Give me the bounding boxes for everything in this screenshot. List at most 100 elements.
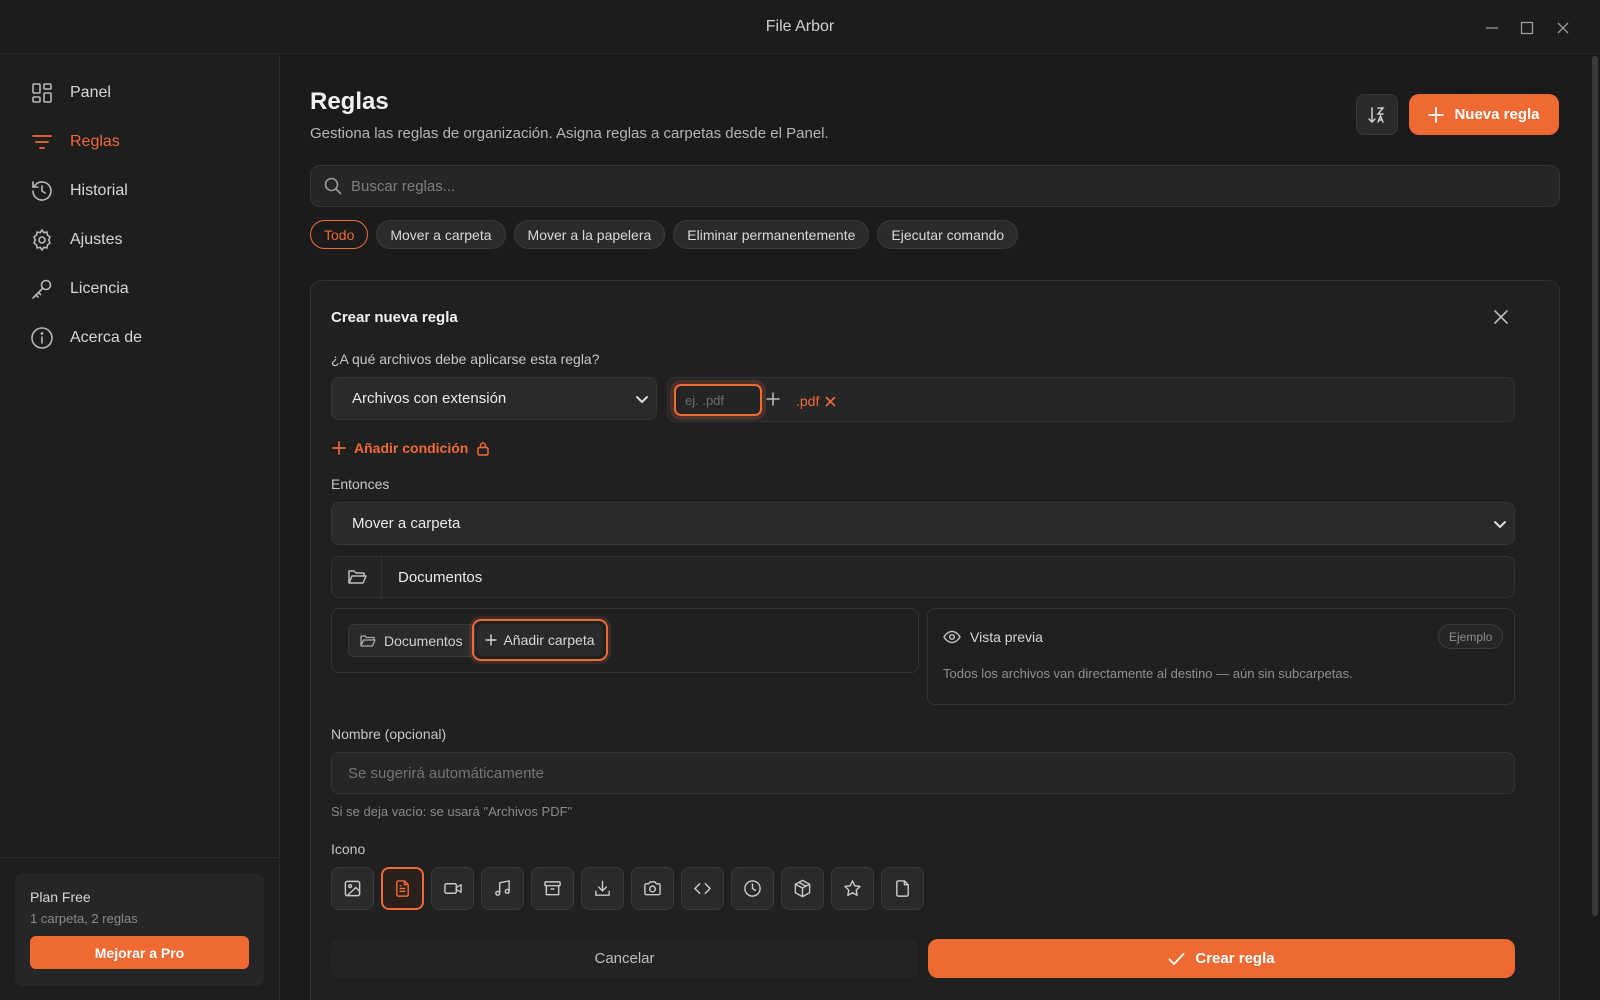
sort-button[interactable] <box>1356 94 1398 135</box>
icon-option-camera[interactable] <box>631 867 674 910</box>
create-rule-button[interactable]: Crear regla <box>928 939 1515 978</box>
sidebar-item-label: Ajustes <box>70 231 123 248</box>
plan-card: Plan Free 1 carpeta, 2 reglas Mejorar a … <box>15 873 264 986</box>
plan-name: Plan Free <box>30 889 91 905</box>
lock-icon <box>477 441 490 456</box>
cancel-button[interactable]: Cancelar <box>331 939 918 978</box>
main-content: Reglas Gestiona las reglas de organizaci… <box>280 54 1600 1000</box>
condition-label: ¿A qué archivos debe aplicarse esta regl… <box>331 351 600 367</box>
maximize-icon[interactable] <box>1515 16 1539 40</box>
page-subtitle: Gestiona las reglas de organización. Asi… <box>310 125 829 142</box>
package-icon <box>794 879 811 898</box>
remove-tag-icon[interactable] <box>825 396 836 407</box>
filter-chips: Todo Mover a carpeta Mover a la papelera… <box>310 220 1026 249</box>
icon-option-document[interactable] <box>381 867 424 910</box>
chevron-down-icon <box>1492 516 1508 532</box>
sidebar-item-label: Acerca de <box>70 329 143 346</box>
filter-chip-mover-a-la-papelera[interactable]: Mover a la papelera <box>513 220 666 249</box>
filter-chip-ejecutar-comando[interactable]: Ejecutar comando <box>877 220 1019 249</box>
close-icon[interactable] <box>1489 305 1513 329</box>
icon-option-code[interactable] <box>681 867 724 910</box>
folder-chip[interactable]: Documentos <box>348 624 475 657</box>
music-icon <box>495 880 510 896</box>
title-bar: File Arbor <box>0 0 1600 54</box>
gear-icon <box>30 228 54 252</box>
folders-box: Documentos Añadir carpeta <box>331 608 919 673</box>
extension-tag: .pdf <box>796 392 836 410</box>
scrollbar-thumb[interactable] <box>1592 56 1598 916</box>
sidebar-item-label: Licencia <box>70 280 129 297</box>
action-select[interactable]: Mover a carpeta <box>331 502 1515 545</box>
plus-icon <box>332 441 346 455</box>
upgrade-button[interactable]: Mejorar a Pro <box>30 936 249 969</box>
name-field <box>331 752 1515 794</box>
camera-icon <box>644 881 661 896</box>
extension-input[interactable] <box>676 386 760 414</box>
new-rule-label: Nueva regla <box>1454 106 1540 123</box>
add-folder-button[interactable]: Añadir carpeta <box>472 619 608 661</box>
preview-title: Vista previa <box>970 629 1043 645</box>
sidebar-item-reglas[interactable]: Reglas <box>30 127 120 157</box>
preview-box: Vista previa Ejemplo Todos los archivos … <box>927 608 1515 705</box>
key-icon <box>30 277 54 301</box>
add-extension-icon[interactable] <box>765 391 781 407</box>
file-icon <box>896 880 909 897</box>
star-icon <box>844 880 861 897</box>
eye-icon <box>943 630 961 644</box>
filter-chip-eliminar-permanentemente[interactable]: Eliminar permanentemente <box>673 220 870 249</box>
extension-tag-label: .pdf <box>796 393 820 409</box>
condition-type-select[interactable]: Archivos con extensión <box>331 377 657 420</box>
preview-header: Vista previa <box>943 629 1043 645</box>
window-close-icon[interactable] <box>1551 16 1575 40</box>
sidebar-item-ajustes[interactable]: Ajustes <box>30 225 122 255</box>
destination-field[interactable]: Documentos <box>331 556 1515 598</box>
icon-option-image[interactable] <box>331 867 374 910</box>
extension-box: .pdf <box>667 377 1515 422</box>
sidebar: Panel Reglas Historial Ajustes Licencia … <box>0 54 280 1000</box>
folder-open-icon[interactable] <box>332 557 382 597</box>
sidebar-item-licencia[interactable]: Licencia <box>30 274 129 304</box>
search-icon <box>323 176 343 196</box>
search-bar <box>310 165 1560 207</box>
add-condition-button[interactable]: Añadir condición <box>332 438 498 458</box>
add-condition-label: Añadir condición <box>354 440 469 456</box>
add-folder-inner: Añadir carpeta <box>477 624 603 656</box>
name-input[interactable] <box>332 753 1514 793</box>
action-value: Mover a carpeta <box>352 515 461 532</box>
add-folder-label: Añadir carpeta <box>503 632 595 648</box>
video-icon <box>443 883 462 894</box>
icon-option-download[interactable] <box>581 867 624 910</box>
folder-chip-label: Documentos <box>384 632 463 649</box>
minimize-icon[interactable] <box>1480 16 1504 40</box>
destination-value: Documentos <box>398 569 483 586</box>
sidebar-item-label: Panel <box>70 84 111 101</box>
search-input[interactable] <box>351 166 1541 206</box>
sidebar-item-panel[interactable]: Panel <box>30 78 111 108</box>
icon-option-clock[interactable] <box>731 867 774 910</box>
extension-input-wrapper <box>674 384 762 416</box>
example-badge: Ejemplo <box>1438 624 1504 649</box>
chevron-down-icon <box>634 391 650 407</box>
filter-chip-todo[interactable]: Todo <box>310 220 369 249</box>
icon-option-file[interactable] <box>881 867 924 910</box>
page-title: Reglas <box>310 88 389 115</box>
name-label: Nombre (opcional) <box>331 726 447 742</box>
new-rule-button[interactable]: Nueva regla <box>1409 94 1559 135</box>
history-icon <box>30 179 54 203</box>
code-icon <box>694 882 711 895</box>
icon-option-star[interactable] <box>831 867 874 910</box>
icon-option-package[interactable] <box>781 867 824 910</box>
plan-usage: 1 carpeta, 2 reglas <box>30 911 138 926</box>
download-icon <box>595 880 610 896</box>
sidebar-item-acerca-de[interactable]: Acerca de <box>30 323 142 353</box>
icon-option-archive[interactable] <box>531 867 574 910</box>
sidebar-item-historial[interactable]: Historial <box>30 176 128 206</box>
sidebar-divider <box>0 857 279 858</box>
icon-picker <box>331 867 931 910</box>
filter-icon <box>30 130 54 154</box>
icon-option-video[interactable] <box>431 867 474 910</box>
icon-option-music[interactable] <box>481 867 524 910</box>
then-label: Entonces <box>331 476 390 492</box>
plus-icon <box>485 634 498 646</box>
filter-chip-mover-a-carpeta[interactable]: Mover a carpeta <box>376 220 506 249</box>
